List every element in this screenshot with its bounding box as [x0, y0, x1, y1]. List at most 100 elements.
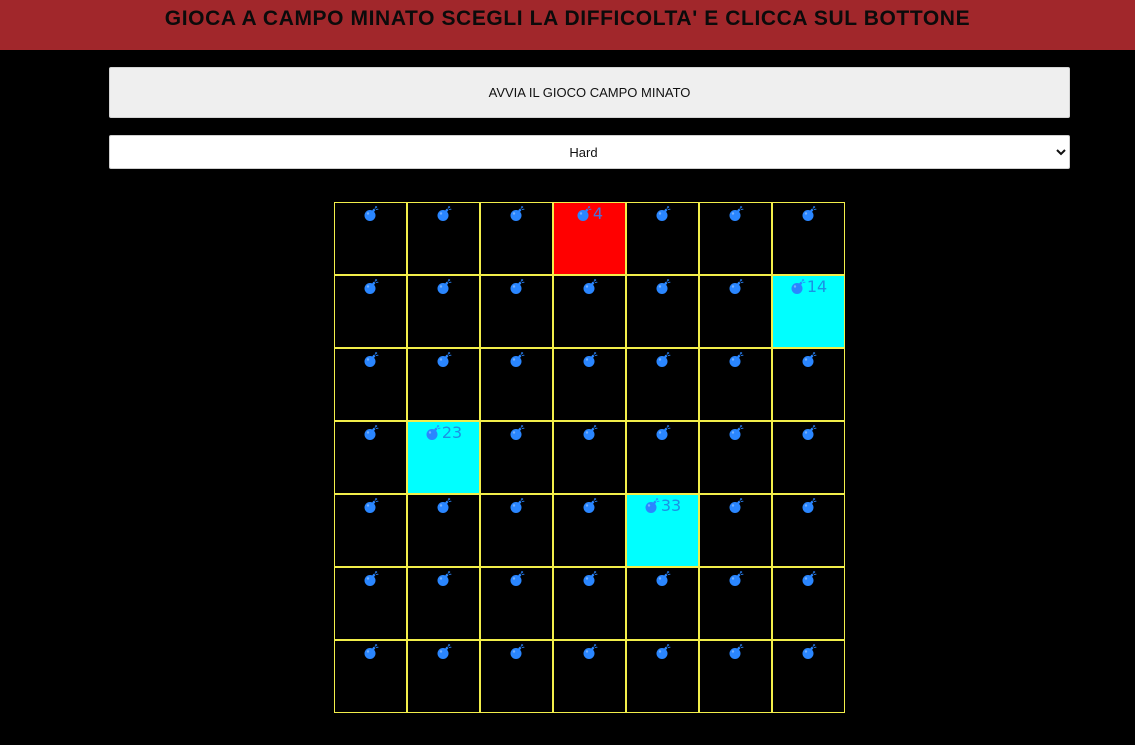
cell-content [408, 205, 479, 223]
cell-content [408, 643, 479, 661]
cell-number: 4 [592, 204, 604, 223]
cell-content [481, 205, 552, 223]
grid-cell[interactable] [407, 275, 480, 348]
cell-content [554, 351, 625, 369]
grid-cell[interactable] [480, 202, 553, 275]
bomb-icon [364, 425, 378, 440]
grid-cell[interactable] [626, 275, 699, 348]
minesweeper-grid: 4 14 23 33 [334, 202, 845, 713]
difficulty-select[interactable]: Hard [109, 135, 1070, 169]
cell-content [481, 570, 552, 588]
grid-cell[interactable] [407, 202, 480, 275]
grid-cell[interactable] [480, 348, 553, 421]
cell-number: 14 [806, 277, 828, 296]
grid-cell[interactable] [772, 494, 845, 567]
bomb-icon [437, 206, 451, 221]
bomb-icon [510, 352, 524, 367]
grid-cell[interactable] [626, 202, 699, 275]
cell-content [335, 424, 406, 442]
grid-cell[interactable] [553, 567, 626, 640]
cell-content [408, 570, 479, 588]
grid-cell[interactable] [553, 275, 626, 348]
grid-cell[interactable] [772, 567, 845, 640]
cell-content [408, 497, 479, 515]
grid-cell[interactable] [699, 348, 772, 421]
bomb-icon [729, 352, 743, 367]
cell-number: 33 [660, 496, 682, 515]
grid-cell[interactable] [407, 348, 480, 421]
bomb-icon [364, 571, 378, 586]
cell-content [700, 424, 771, 442]
cell-content [700, 205, 771, 223]
grid-cell[interactable] [407, 640, 480, 713]
grid-cell[interactable] [334, 348, 407, 421]
grid-cell[interactable] [699, 421, 772, 494]
grid-cell[interactable] [772, 640, 845, 713]
grid-cell[interactable] [334, 275, 407, 348]
grid-cell[interactable] [699, 567, 772, 640]
grid-cell[interactable] [334, 421, 407, 494]
grid-cell[interactable] [480, 421, 553, 494]
cell-content [554, 497, 625, 515]
bomb-icon [645, 498, 660, 513]
bomb-icon [364, 352, 378, 367]
header-bar: GIOCA A CAMPO MINATO SCEGLI LA DIFFICOLT… [0, 0, 1135, 50]
start-game-button[interactable]: AVVIA IL GIOCO CAMPO MINATO [109, 67, 1070, 118]
grid-cell[interactable] [480, 494, 553, 567]
bomb-icon [802, 571, 816, 586]
grid-cell[interactable] [699, 275, 772, 348]
bomb-icon [729, 425, 743, 440]
grid-cell[interactable] [772, 421, 845, 494]
grid-cell[interactable] [407, 494, 480, 567]
grid-cell[interactable] [699, 202, 772, 275]
grid-cell[interactable]: 4 [553, 202, 626, 275]
grid-cell[interactable] [553, 421, 626, 494]
cell-content [481, 278, 552, 296]
cell-number: 23 [441, 423, 463, 442]
bomb-icon [583, 425, 597, 440]
bomb-icon [437, 644, 451, 659]
grid-cell[interactable] [626, 567, 699, 640]
bomb-icon [656, 425, 670, 440]
cell-content [335, 205, 406, 223]
grid-cell[interactable] [480, 275, 553, 348]
bomb-icon [729, 498, 743, 513]
grid-cell[interactable] [699, 494, 772, 567]
bomb-icon [583, 352, 597, 367]
grid-cell[interactable] [553, 640, 626, 713]
grid-cell[interactable] [553, 494, 626, 567]
grid-cell[interactable] [772, 348, 845, 421]
cell-content [554, 570, 625, 588]
cell-content [773, 570, 844, 588]
cell-content [627, 351, 698, 369]
grid-cell[interactable] [334, 567, 407, 640]
grid-cell[interactable] [626, 348, 699, 421]
grid-cell[interactable] [480, 567, 553, 640]
grid-cell[interactable] [626, 640, 699, 713]
bomb-icon [656, 279, 670, 294]
cell-content [335, 570, 406, 588]
grid-cell[interactable] [334, 640, 407, 713]
grid-cell[interactable]: 23 [407, 421, 480, 494]
grid-cell[interactable] [772, 202, 845, 275]
grid-cell[interactable]: 33 [626, 494, 699, 567]
grid-cell[interactable] [480, 640, 553, 713]
grid-cell[interactable] [407, 567, 480, 640]
cell-content [627, 643, 698, 661]
bomb-icon [364, 644, 378, 659]
cell-content [408, 351, 479, 369]
grid-cell[interactable] [553, 348, 626, 421]
bomb-icon [510, 279, 524, 294]
bomb-icon [510, 498, 524, 513]
grid-cell[interactable]: 14 [772, 275, 845, 348]
cell-content [627, 278, 698, 296]
cell-content [481, 424, 552, 442]
grid-cell[interactable] [626, 421, 699, 494]
grid-cell[interactable] [699, 640, 772, 713]
grid-cell[interactable] [334, 202, 407, 275]
cell-content [335, 497, 406, 515]
grid-cell[interactable] [334, 494, 407, 567]
bomb-icon [583, 644, 597, 659]
bomb-icon [437, 498, 451, 513]
cell-content [481, 351, 552, 369]
